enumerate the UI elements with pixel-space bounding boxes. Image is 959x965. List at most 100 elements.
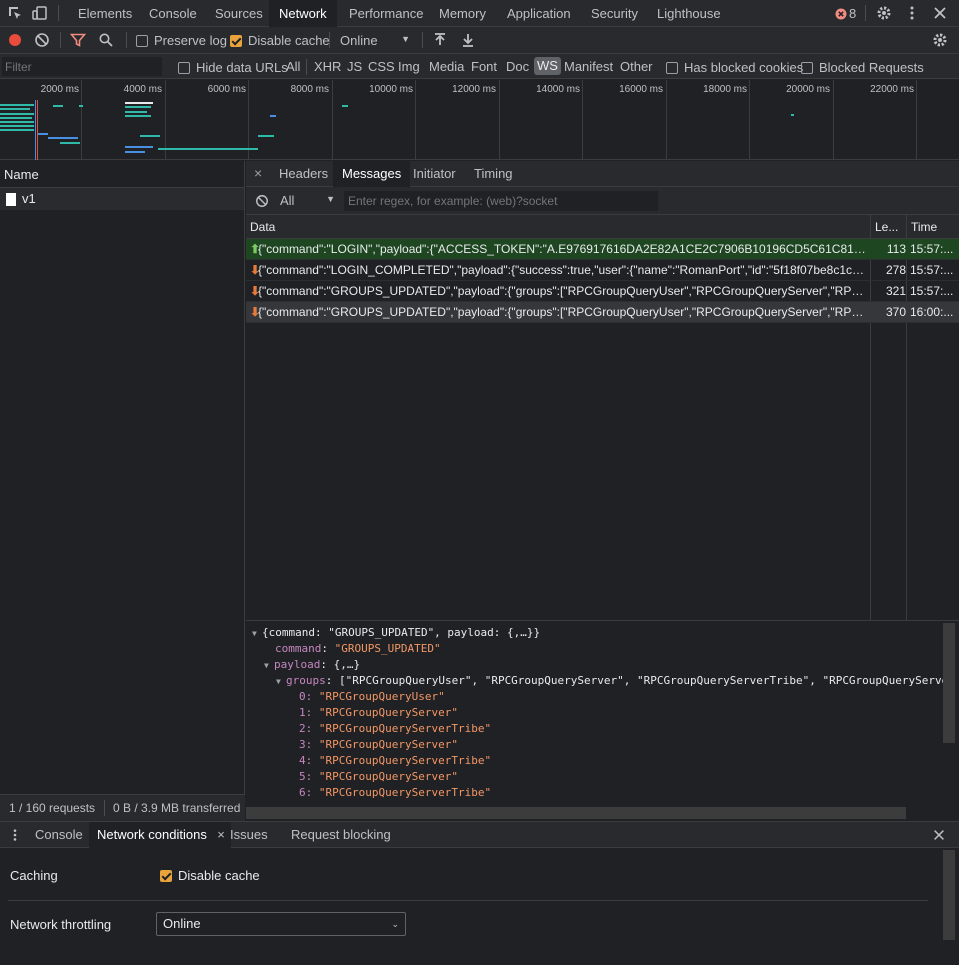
timeline-gridline xyxy=(749,80,750,160)
tab-lighthouse[interactable]: Lighthouse xyxy=(647,0,731,27)
inspect-element-icon[interactable] xyxy=(7,5,23,21)
tab-performance[interactable]: Performance xyxy=(339,0,433,27)
message-type-select[interactable]: All ▼ xyxy=(280,193,335,209)
drawer-tab-request-blocking[interactable]: Request blocking xyxy=(283,822,399,848)
json-string-value: "RPCGroupQueryServerTribe" xyxy=(318,786,492,799)
network-throttling-select[interactable]: Online ⌄ xyxy=(156,912,406,936)
hide-data-urls-checkbox[interactable]: Hide data URLs xyxy=(178,60,288,75)
request-row[interactable]: v1 xyxy=(0,188,244,210)
received-arrow-icon: ⬇ xyxy=(250,263,261,277)
json-array-preview: ["RPCGroupQueryUser", "RPCGroupQueryServ… xyxy=(339,674,949,687)
json-payload-entry[interactable]: ▼ payload: {,…} xyxy=(264,657,360,673)
blocked-requests-checkbox[interactable]: Blocked Requests xyxy=(801,60,924,75)
tab-timing[interactable]: Timing xyxy=(465,161,522,187)
drawer-disable-cache-checkbox[interactable]: Disable cache xyxy=(160,868,260,883)
json-root[interactable]: ▼ {command: "GROUPS_UPDATED", payload: {,… xyxy=(252,625,540,641)
close-devtools-icon[interactable] xyxy=(932,5,948,21)
preserve-log-checkbox[interactable]: Preserve log xyxy=(136,33,227,48)
checkbox-box[interactable] xyxy=(136,34,148,47)
timeline-bar xyxy=(53,105,63,107)
has-blocked-cookies-checkbox[interactable]: Has blocked cookies xyxy=(666,60,803,75)
expand-triangle-icon[interactable]: ▼ xyxy=(252,626,262,642)
clear-icon[interactable] xyxy=(34,32,50,48)
tab-headers[interactable]: Headers xyxy=(270,161,337,187)
tab-memory[interactable]: Memory xyxy=(429,0,496,27)
checkbox-box[interactable] xyxy=(178,61,190,74)
json-groups-entry[interactable]: ▼ groups: ["RPCGroupQueryUser", "RPCGroup… xyxy=(276,673,948,689)
close-detail-icon[interactable]: × xyxy=(254,165,262,181)
settings-divider xyxy=(8,900,928,901)
filter-type-ws[interactable]: WS xyxy=(534,57,561,75)
throttling-select[interactable]: Online ▼ xyxy=(340,33,412,49)
chevron-down-icon: ⌄ xyxy=(391,919,399,929)
tab-messages[interactable]: Messages xyxy=(333,161,411,187)
checkbox-box[interactable] xyxy=(666,61,678,74)
length-column-header[interactable]: Le... xyxy=(871,215,898,239)
settings-gear-icon[interactable] xyxy=(876,5,892,21)
json-index: 1: xyxy=(299,706,313,719)
tab-console[interactable]: Console xyxy=(139,0,207,27)
filter-type-all[interactable]: All xyxy=(286,59,300,74)
tab-sources[interactable]: Sources xyxy=(205,0,273,27)
network-overview-timeline[interactable]: 2000 ms 4000 ms 6000 ms 8000 ms 10000 ms… xyxy=(0,80,959,160)
search-icon[interactable] xyxy=(98,32,114,48)
drawer-tab-issues[interactable]: Issues xyxy=(222,822,276,848)
regex-filter-input[interactable] xyxy=(344,191,658,211)
timeline-gridline xyxy=(499,80,500,160)
tab-application[interactable]: Application xyxy=(497,0,581,27)
filter-type-css[interactable]: CSS xyxy=(368,59,395,74)
filter-type-manifest[interactable]: Manifest xyxy=(564,59,613,74)
json-string-value: "RPCGroupQueryUser" xyxy=(318,690,445,703)
data-column-header[interactable]: Data xyxy=(246,215,275,239)
filter-type-font[interactable]: Font xyxy=(471,59,497,74)
expand-triangle-icon[interactable]: ▼ xyxy=(276,674,286,690)
name-column-header[interactable]: Name xyxy=(0,161,244,188)
disable-cache-label: Disable cache xyxy=(248,33,330,48)
filter-type-other[interactable]: Other xyxy=(620,59,653,74)
filter-type-img[interactable]: Img xyxy=(398,59,420,74)
filter-type-js[interactable]: JS xyxy=(347,59,362,74)
filter-input[interactable] xyxy=(2,57,162,76)
checkbox-box[interactable] xyxy=(801,61,813,74)
device-toolbar-icon[interactable] xyxy=(32,5,48,21)
network-settings-gear-icon[interactable] xyxy=(932,32,948,48)
devtools-window: Elements Console Sources Network Perform… xyxy=(0,0,959,965)
message-row-received[interactable]: ⬇{"command":"LOGIN_COMPLETED","payload":… xyxy=(246,260,959,281)
timeline-gridline xyxy=(916,80,917,160)
export-har-icon[interactable] xyxy=(460,32,476,48)
json-string-value: "RPCGroupQueryServer" xyxy=(318,770,458,783)
tab-initiator[interactable]: Initiator xyxy=(404,161,465,187)
drawer-menu-icon[interactable] xyxy=(8,828,22,842)
checkbox-box-checked[interactable] xyxy=(230,34,242,47)
json-index: 6: xyxy=(299,786,313,799)
checkbox-box-checked[interactable] xyxy=(160,869,172,882)
more-options-icon[interactable] xyxy=(904,5,920,21)
message-row-sent[interactable]: ⬆{"command":"LOGIN","payload":{"ACCESS_T… xyxy=(246,239,959,260)
drawer-tab-bar: Console Network conditions × Issues Reque… xyxy=(0,822,959,848)
message-row-selected[interactable]: ⬇{"command":"GROUPS_UPDATED","payload":{… xyxy=(246,302,959,323)
message-time: 15:57:... xyxy=(910,242,954,256)
filter-funnel-icon[interactable] xyxy=(70,32,86,48)
error-counter[interactable]: 8 xyxy=(835,6,856,21)
time-column-header[interactable]: Time xyxy=(907,215,937,239)
filter-type-media[interactable]: Media xyxy=(429,59,464,74)
chevron-down-icon: ▼ xyxy=(326,194,335,204)
record-icon[interactable] xyxy=(7,32,23,48)
filter-type-doc[interactable]: Doc xyxy=(506,59,529,74)
expand-triangle-icon[interactable]: ▼ xyxy=(264,658,274,674)
tab-elements[interactable]: Elements xyxy=(68,0,142,27)
drawer-tab-console[interactable]: Console xyxy=(27,822,91,848)
message-row-received[interactable]: ⬇{"command":"GROUPS_UPDATED","payload":{… xyxy=(246,281,959,302)
tab-network[interactable]: Network xyxy=(269,0,337,27)
disable-cache-checkbox[interactable]: Disable cache xyxy=(230,33,330,48)
json-horizontal-scrollbar[interactable] xyxy=(246,807,906,819)
json-vertical-scrollbar[interactable] xyxy=(943,623,955,743)
import-har-icon[interactable] xyxy=(432,32,448,48)
drawer-vertical-scrollbar[interactable] xyxy=(943,850,955,940)
close-drawer-icon[interactable] xyxy=(932,828,946,842)
filter-type-xhr[interactable]: XHR xyxy=(314,59,341,74)
drawer-tab-network-conditions[interactable]: Network conditions × xyxy=(89,822,231,848)
timeline-bar xyxy=(125,146,153,148)
clear-messages-icon[interactable] xyxy=(255,194,269,208)
tab-security[interactable]: Security xyxy=(581,0,648,27)
